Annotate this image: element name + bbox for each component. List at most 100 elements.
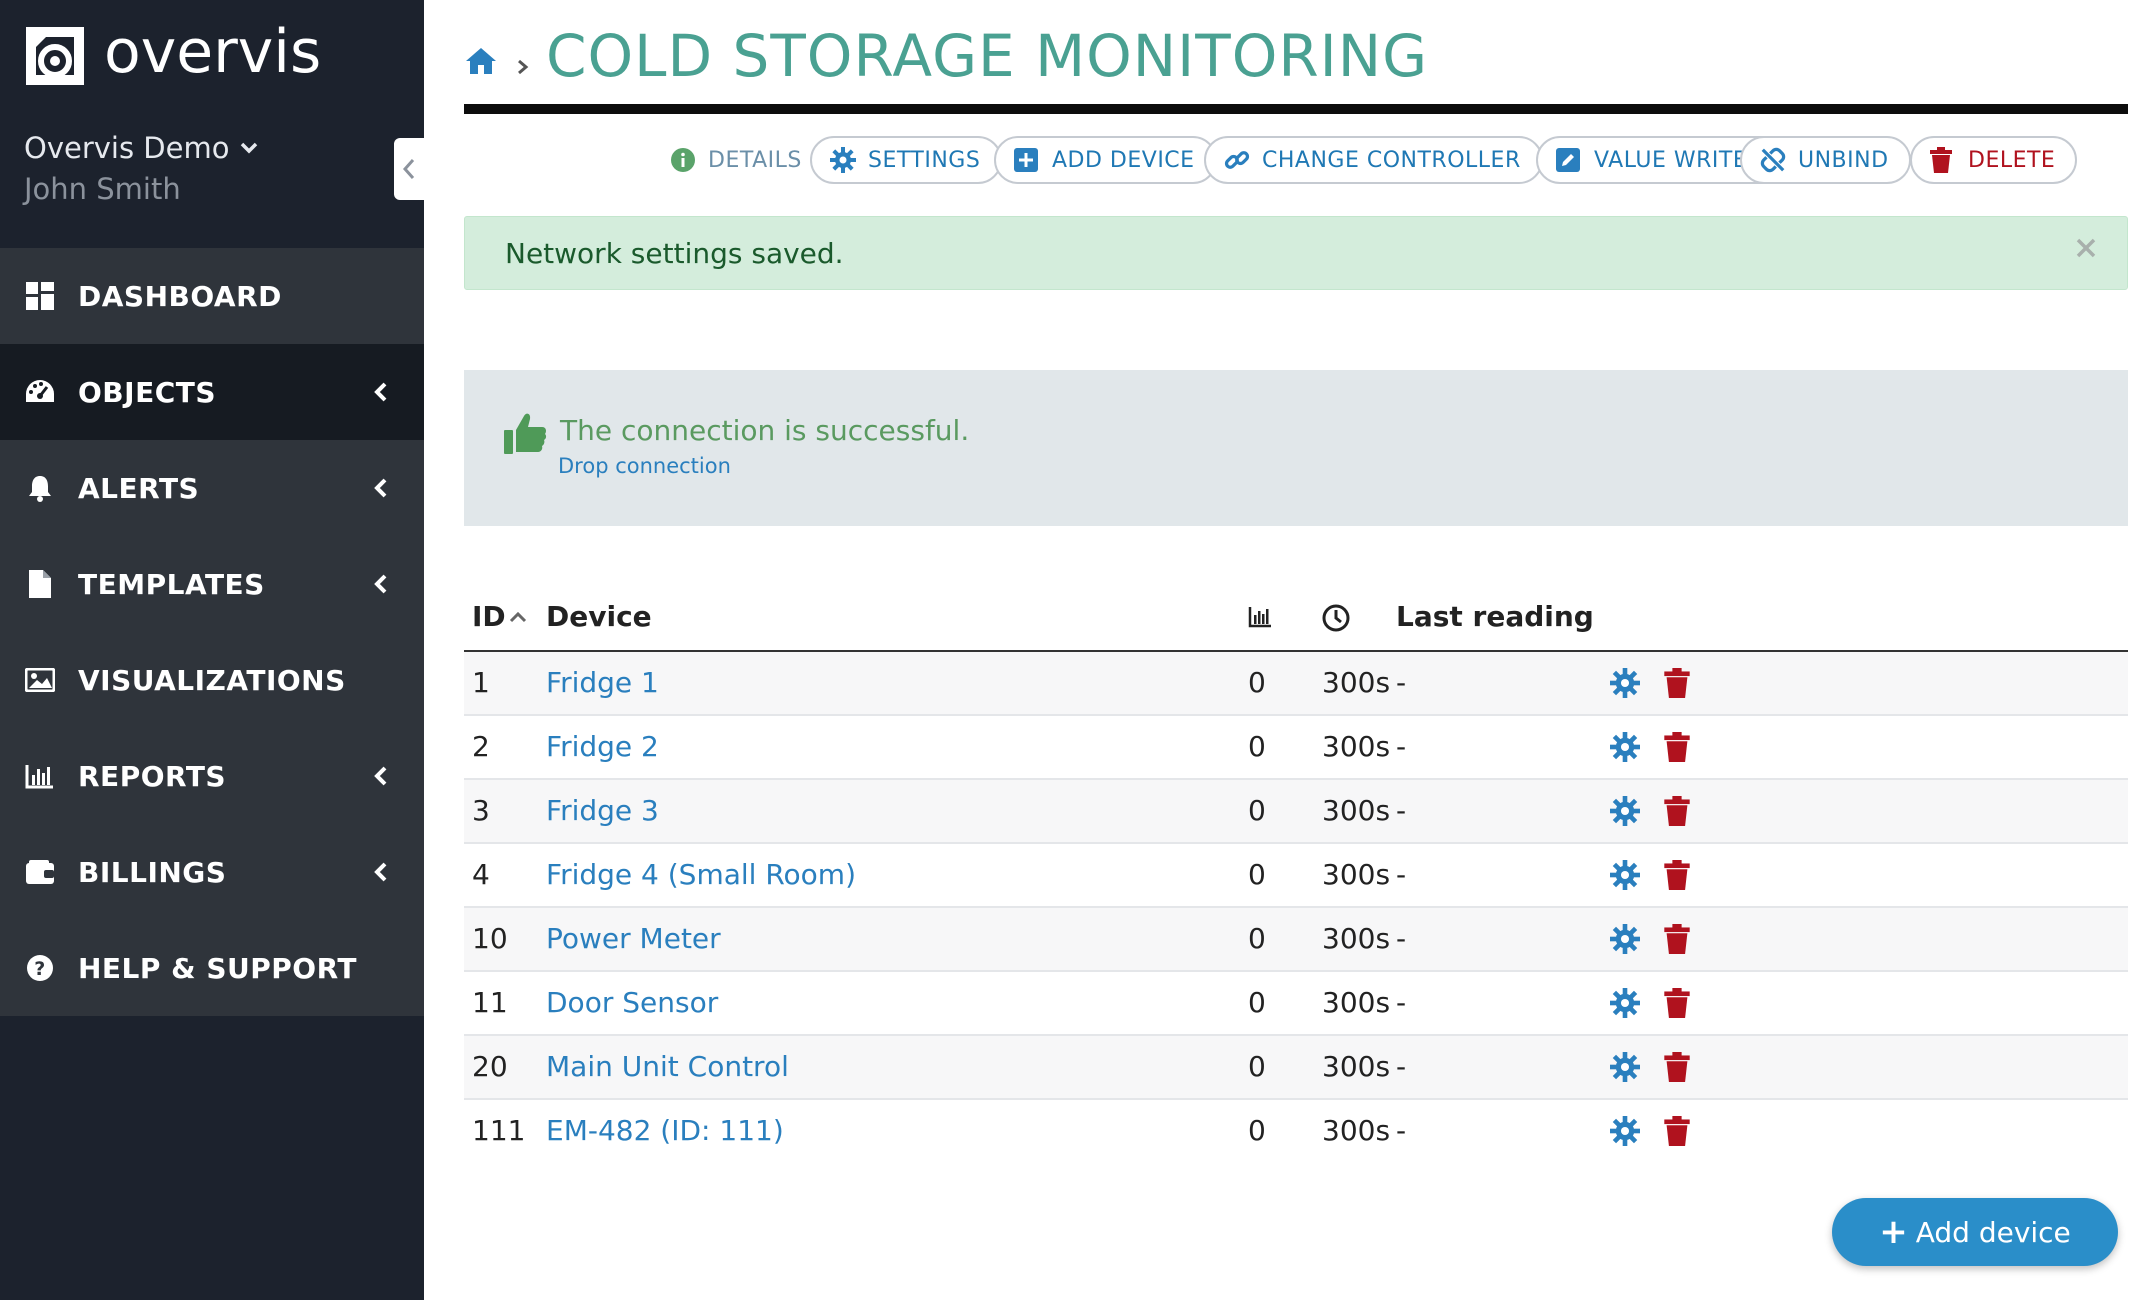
change-controller-label: CHANGE CONTROLLER (1262, 147, 1521, 173)
org-name: Overvis Demo (24, 131, 230, 165)
chevron-left-icon (402, 159, 415, 179)
add-device-label: ADD DEVICE (1052, 147, 1195, 173)
plus-square-icon (1014, 147, 1040, 173)
sidebar-collapse-toggle[interactable] (394, 138, 424, 200)
info-icon (670, 147, 696, 173)
cell-interval: 300s (1322, 922, 1391, 955)
add-device-toolbar-button[interactable]: ADD DEVICE (994, 136, 1217, 184)
sidebar-item-visualizations[interactable]: VISUALIZATIONS (0, 632, 424, 728)
trash-icon[interactable] (1662, 988, 1692, 1018)
add-device-button[interactable]: + Add device (1832, 1198, 2118, 1266)
svg-text:?: ? (34, 958, 46, 980)
trash-icon[interactable] (1662, 924, 1692, 954)
device-link[interactable]: Fridge 1 (546, 666, 659, 699)
device-link[interactable]: Fridge 3 (546, 794, 659, 827)
gear-icon[interactable] (1610, 1052, 1640, 1082)
breadcrumb: COLD STORAGE MONITORING (464, 18, 1428, 94)
cell-id: 4 (472, 858, 490, 891)
column-header-id[interactable]: ID (472, 600, 506, 633)
trash-icon[interactable] (1662, 796, 1692, 826)
chevron-left-icon (374, 478, 387, 498)
trash-icon[interactable] (1662, 1052, 1692, 1082)
home-icon[interactable] (464, 44, 498, 78)
page-title: COLD STORAGE MONITORING (546, 22, 1429, 90)
clock-icon (1322, 604, 1350, 632)
trash-icon[interactable] (1662, 732, 1692, 762)
cell-last-reading: - (1396, 986, 1407, 1019)
close-icon[interactable] (2073, 235, 2099, 261)
chevron-left-icon (374, 766, 387, 786)
gear-icon[interactable] (1610, 668, 1640, 698)
brand[interactable]: overvis (22, 22, 321, 90)
brand-name: overvis (104, 17, 322, 87)
drop-connection-link[interactable]: Drop connection (558, 454, 731, 478)
cell-interval: 300s (1322, 986, 1391, 1019)
device-link[interactable]: Fridge 4 (Small Room) (546, 858, 856, 891)
chevron-left-icon (374, 862, 387, 882)
gear-icon[interactable] (1610, 988, 1640, 1018)
sidebar-item-label: VISUALIZATIONS (78, 663, 346, 697)
unlink-icon (1760, 147, 1786, 173)
table-row: 111 EM-482 (ID: 111) 0 300s - (464, 1100, 2128, 1162)
sidebar-item-alerts[interactable]: ALERTS (0, 440, 424, 536)
cell-values: 0 (1248, 730, 1266, 763)
gear-icon[interactable] (1610, 796, 1640, 826)
bar-chart-icon (1248, 607, 1271, 628)
settings-button[interactable]: SETTINGS (810, 136, 1003, 184)
trash-icon (1930, 147, 1956, 173)
settings-label: SETTINGS (868, 147, 981, 173)
table-row: 1 Fridge 1 0 300s - (464, 652, 2128, 716)
cell-id: 1 (472, 666, 490, 699)
device-link[interactable]: Fridge 2 (546, 730, 659, 763)
thumbs-up-icon (504, 413, 547, 454)
sort-asc-icon[interactable] (508, 610, 528, 624)
gear-icon[interactable] (1610, 1116, 1640, 1146)
table-row: 11 Door Sensor 0 300s - (464, 972, 2128, 1036)
table-header: ID Device Last reading (464, 586, 2128, 652)
gear-icon[interactable] (1610, 860, 1640, 890)
cell-values: 0 (1248, 986, 1266, 1019)
sidebar-item-reports[interactable]: REPORTS (0, 728, 424, 824)
cell-values: 0 (1248, 858, 1266, 891)
cell-last-reading: - (1396, 922, 1407, 955)
cell-interval: 300s (1322, 858, 1391, 891)
sidebar-item-objects[interactable]: OBJECTS (0, 344, 424, 440)
unbind-label: UNBIND (1798, 147, 1889, 173)
connection-message: The connection is successful. (560, 414, 970, 447)
delete-button[interactable]: DELETE (1910, 136, 2078, 184)
cell-values: 0 (1248, 666, 1266, 699)
device-link[interactable]: EM-482 (ID: 111) (546, 1114, 784, 1147)
gauge-icon (24, 376, 56, 408)
trash-icon[interactable] (1662, 860, 1692, 890)
sidebar-item-dashboard[interactable]: DASHBOARD (0, 248, 424, 344)
column-header-last-reading[interactable]: Last reading (1396, 600, 1594, 633)
sidebar-item-templates[interactable]: TEMPLATES (0, 536, 424, 632)
column-header-device[interactable]: Device (546, 600, 652, 633)
table-row: 3 Fridge 3 0 300s - (464, 780, 2128, 844)
change-controller-button[interactable]: CHANGE CONTROLLER (1204, 136, 1543, 184)
details-button[interactable]: DETAILS (650, 136, 824, 184)
sidebar-item-help-support[interactable]: ? HELP & SUPPORT (0, 920, 424, 1016)
device-link[interactable]: Door Sensor (546, 986, 718, 1019)
device-link[interactable]: Main Unit Control (546, 1050, 789, 1083)
unbind-button[interactable]: UNBIND (1740, 136, 1911, 184)
cell-interval: 300s (1322, 730, 1391, 763)
gear-icon[interactable] (1610, 924, 1640, 954)
cell-id: 3 (472, 794, 490, 827)
trash-icon[interactable] (1662, 1116, 1692, 1146)
sidebar-menu: DASHBOARD OBJECTS ALERTS TEMPLATES VISUA… (0, 248, 424, 1016)
cell-id: 10 (472, 922, 508, 955)
cell-last-reading: - (1396, 858, 1407, 891)
cell-values: 0 (1248, 1050, 1266, 1083)
table-row: 4 Fridge 4 (Small Room) 0 300s - (464, 844, 2128, 908)
trash-icon[interactable] (1662, 668, 1692, 698)
cell-values: 0 (1248, 794, 1266, 827)
cell-last-reading: - (1396, 1050, 1407, 1083)
sidebar-item-label: HELP & SUPPORT (78, 951, 357, 985)
org-switcher[interactable]: Overvis Demo (24, 131, 259, 165)
device-link[interactable]: Power Meter (546, 922, 721, 955)
sidebar-item-billings[interactable]: BILLINGS (0, 824, 424, 920)
chevron-left-icon (374, 574, 387, 594)
dashboard-icon (24, 280, 56, 312)
gear-icon[interactable] (1610, 732, 1640, 762)
